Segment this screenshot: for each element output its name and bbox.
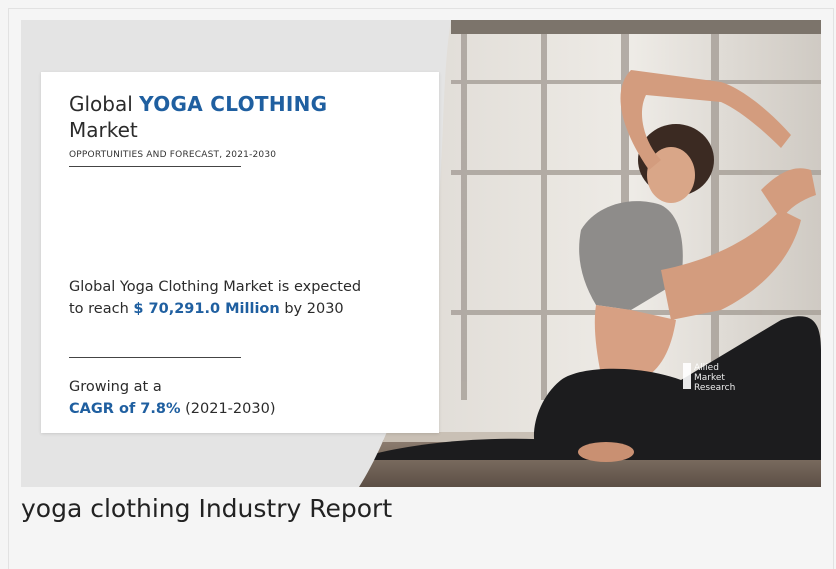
title-prefix: Global [69,92,140,116]
cagr-value: CAGR of 7.8% [69,401,181,417]
cagr-prefix: Growing at a [69,379,162,395]
image-caption[interactable]: yoga clothing Industry Report [21,494,392,523]
title-emphasis: YOGA CLOTHING [139,92,328,116]
divider [69,357,241,358]
cagr-suffix: (2021-2030) [180,401,276,417]
divider [69,166,241,167]
infographic-title: Global YOGA CLOTHING [69,92,327,116]
market-size-statement: Global Yoga Clothing Market is expected … [69,276,369,320]
report-infographic[interactable]: Global YOGA CLOTHING Market OPPORTUNITIE… [21,20,821,487]
logo-mark-icon [683,363,691,389]
allied-market-research-logo: Allied Market Research [683,360,779,404]
logo-line: Research [694,383,736,393]
logo-line: Market [694,373,725,383]
infographic-subtitle: OPPORTUNITIES AND FORECAST, 2021-2030 [69,150,277,160]
logo-line: Allied [694,363,719,373]
stat-suffix: by 2030 [279,301,344,317]
cagr-statement: Growing at a CAGR of 7.8% (2021-2030) [69,376,369,420]
stat-value: $ 70,291.0 Million [133,301,280,317]
infographic-title-market: Market [69,118,138,142]
